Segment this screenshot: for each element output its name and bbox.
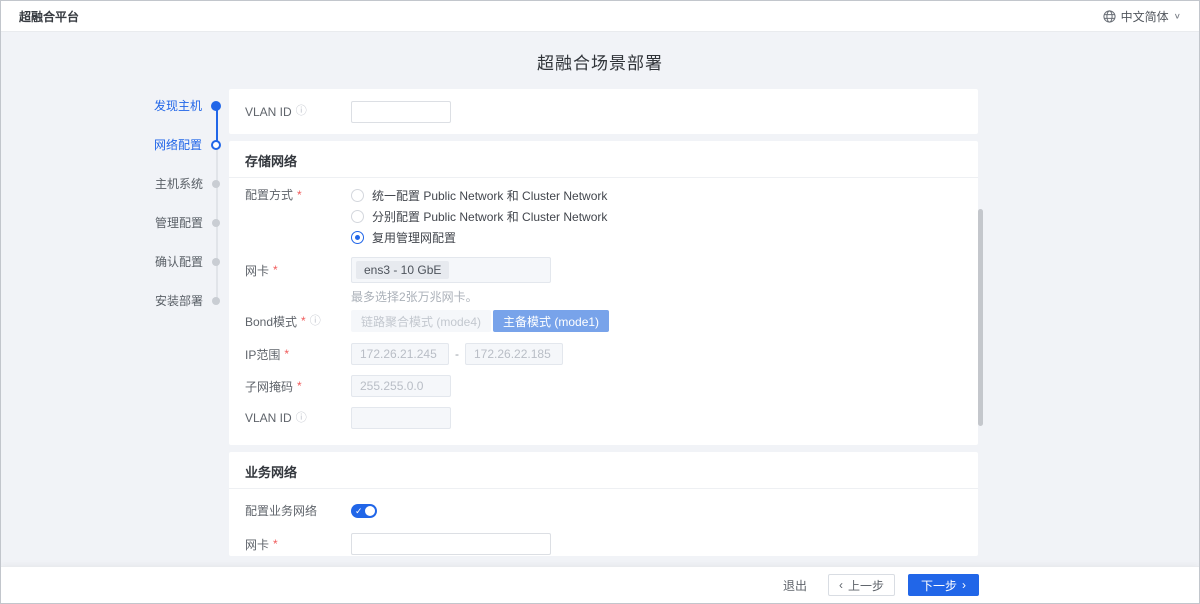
check-icon: ✓ xyxy=(355,505,363,517)
business-toggle-label: 配置业务网络 xyxy=(245,502,351,519)
chevron-left-icon: ‹ xyxy=(839,579,843,591)
storage-nic-select[interactable]: ens3 - 10 GbE xyxy=(351,257,551,283)
step-dot-pending xyxy=(212,219,220,227)
info-icon: ⓘ xyxy=(310,316,321,327)
exit-button[interactable]: 退出 xyxy=(783,574,807,596)
brand-title: 超融合平台 xyxy=(19,8,79,25)
wizard-stepper: 发现主机 网络配置 主机系统 管理配置 确认配置 安装部署 xyxy=(147,86,221,320)
chevron-down-icon: ∨ xyxy=(1174,12,1181,21)
language-selector[interactable]: 中文简体 ∨ xyxy=(1103,8,1181,25)
storage-section-title: 存储网络 xyxy=(229,141,978,177)
divider xyxy=(229,177,978,178)
storage-nic-control: ens3 - 10 GbE 最多选择2张万兆网卡。 xyxy=(351,257,551,305)
radio-unified-config[interactable]: 统一配置 Public Network 和 Cluster Network xyxy=(351,185,607,206)
management-vlan-label: VLAN ID ⓘ xyxy=(245,105,351,119)
bond-mode-label: Bond模式 * ⓘ xyxy=(245,310,351,332)
radio-icon xyxy=(351,210,364,223)
radio-separate-config[interactable]: 分别配置 Public Network 和 Cluster Network xyxy=(351,206,607,227)
step-discover-hosts[interactable]: 发现主机 xyxy=(147,86,221,125)
bond-mode-group: 链路聚合模式 (mode4) 主备模式 (mode1) xyxy=(351,310,609,332)
required-marker: * xyxy=(284,347,289,361)
storage-network-card: 存储网络 配置方式 * 统一配置 Public Network 和 Cluste… xyxy=(229,141,978,445)
business-section-title: 业务网络 xyxy=(229,452,978,488)
storage-nic-hint: 最多选择2张万兆网卡。 xyxy=(351,288,551,305)
business-network-card: 业务网络 配置业务网络 ✓ 网卡 * xyxy=(229,452,978,556)
step-management-config[interactable]: 管理配置 xyxy=(147,203,221,242)
business-network-toggle[interactable]: ✓ xyxy=(351,504,377,518)
step-network-config[interactable]: 网络配置 xyxy=(147,125,221,164)
step-dot-done xyxy=(211,101,221,111)
bond-mode1-button[interactable]: 主备模式 (mode1) xyxy=(493,310,609,332)
language-label: 中文简体 xyxy=(1121,8,1169,25)
management-vlan-input[interactable] xyxy=(351,101,451,123)
management-vlan-card: VLAN ID ⓘ xyxy=(229,89,978,134)
business-nic-row: 网卡 * 选择1张或2张未被占用的网卡 xyxy=(245,533,962,556)
ip-range-row: IP范围 * - xyxy=(245,343,962,365)
bond-mode4-button[interactable]: 链路聚合模式 (mode4) xyxy=(351,310,491,332)
globe-icon xyxy=(1103,10,1116,23)
topbar: 超融合平台 中文简体 ∨ xyxy=(1,1,1199,32)
subnet-mask-row: 子网掩码 * xyxy=(245,375,962,397)
ip-range-label: IP范围 * xyxy=(245,346,351,363)
app-window: 超融合平台 中文简体 ∨ 超融合场景部署 发现主机 网络配置 xyxy=(0,0,1200,604)
step-dot-pending xyxy=(212,297,220,305)
ip-range-start-input[interactable] xyxy=(351,343,449,365)
step-dot-pending xyxy=(212,258,220,266)
info-icon: ⓘ xyxy=(296,106,307,117)
toggle-knob xyxy=(365,506,375,516)
required-marker: * xyxy=(273,263,278,277)
required-marker: * xyxy=(301,314,306,328)
form-content: VLAN ID ⓘ 存储网络 配置方式 * 统一配置 Public xyxy=(229,89,978,563)
radio-icon xyxy=(351,189,364,202)
business-toggle-row: 配置业务网络 ✓ xyxy=(245,502,962,519)
config-mode-label: 配置方式 * xyxy=(245,185,351,206)
ip-range-separator: - xyxy=(455,347,459,361)
step-confirm-config[interactable]: 确认配置 xyxy=(147,242,221,281)
storage-vlan-input[interactable] xyxy=(351,407,451,429)
required-marker: * xyxy=(273,537,278,551)
step-dot-current xyxy=(211,140,221,150)
radio-selected-icon xyxy=(351,231,364,244)
step-install-deploy[interactable]: 安装部署 xyxy=(147,281,221,320)
info-icon: ⓘ xyxy=(296,413,307,424)
previous-step-button[interactable]: ‹ 上一步 xyxy=(828,574,895,596)
business-nic-label: 网卡 * xyxy=(245,533,351,555)
radio-reuse-management-network[interactable]: 复用管理网配置 xyxy=(351,227,607,248)
required-marker: * xyxy=(297,185,302,206)
page-title: 超融合场景部署 xyxy=(1,49,1199,74)
subnet-mask-label: 子网掩码 * xyxy=(245,378,351,395)
next-step-button[interactable]: 下一步 › xyxy=(908,574,979,596)
vertical-scrollbar-thumb[interactable] xyxy=(978,209,983,426)
business-nic-input[interactable] xyxy=(351,533,551,555)
ip-range-end-input[interactable] xyxy=(465,343,563,365)
config-mode-options: 统一配置 Public Network 和 Cluster Network 分别… xyxy=(351,185,607,248)
required-marker: * xyxy=(297,379,302,393)
divider xyxy=(229,488,978,489)
subnet-mask-input[interactable] xyxy=(351,375,451,397)
storage-vlan-label: VLAN ID ⓘ xyxy=(245,411,351,425)
step-dot-pending xyxy=(212,180,220,188)
step-host-system[interactable]: 主机系统 xyxy=(147,164,221,203)
chevron-right-icon: › xyxy=(962,579,966,591)
bond-mode-row: Bond模式 * ⓘ 链路聚合模式 (mode4) 主备模式 (mode1) xyxy=(245,310,962,332)
storage-nic-row: 网卡 * ens3 - 10 GbE 最多选择2张万兆网卡。 xyxy=(245,257,962,305)
config-mode-row: 配置方式 * 统一配置 Public Network 和 Cluster Net… xyxy=(245,185,962,248)
business-nic-control: 选择1张或2张未被占用的网卡 xyxy=(351,533,551,556)
nic-tag: ens3 - 10 GbE xyxy=(356,261,449,279)
storage-nic-label: 网卡 * xyxy=(245,257,351,283)
storage-vlan-row: VLAN ID ⓘ xyxy=(245,407,962,429)
footer-actions: 退出 ‹ 上一步 下一步 › xyxy=(1,566,1199,603)
